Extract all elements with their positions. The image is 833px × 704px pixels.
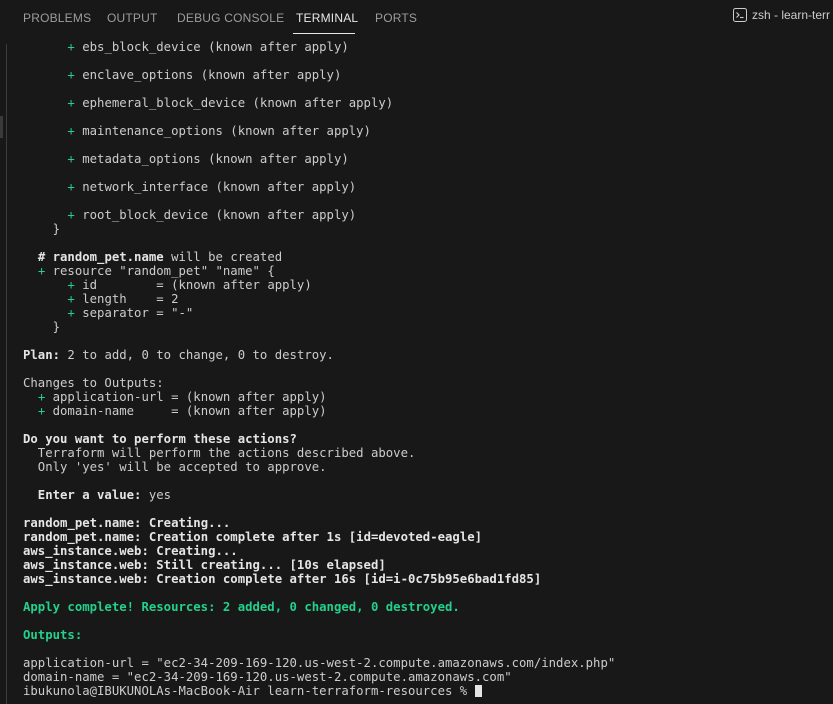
terminal-line: + metadata_options (known after apply)	[67, 152, 349, 166]
terminal-line: + separator = "-"	[67, 306, 194, 320]
terminal-cursor	[474, 685, 482, 697]
active-tab-indicator	[293, 33, 355, 34]
terminal-line: + domain-name = (known after apply)	[37, 404, 327, 418]
terminal-line: domain-name = "ec2-34-209-169-120.us-wes…	[23, 670, 512, 684]
command-decoration	[0, 116, 3, 138]
terminal-output[interactable]: + ebs_block_device (known after apply) +…	[23, 40, 833, 704]
terminal-line: Changes to Outputs:	[23, 376, 164, 390]
terminal-gutter	[6, 44, 7, 704]
terminal-line: Terraform will perform the actions descr…	[23, 446, 416, 460]
panel-tab-bar: PROBLEMS OUTPUT DEBUG CONSOLE TERMINAL P…	[0, 0, 833, 36]
terminal-line: + length = 2	[67, 292, 179, 306]
terminal-instance-selector[interactable]: zsh - learn-terr	[733, 8, 830, 22]
terminal-line: # random_pet.name will be created	[37, 250, 283, 264]
terminal-line: Plan: 2 to add, 0 to change, 0 to destro…	[23, 348, 334, 362]
tab-ports[interactable]: PORTS	[375, 11, 417, 25]
terminal-line: aws_instance.web: Creation complete afte…	[23, 572, 542, 586]
terminal-line: application-url = "ec2-34-209-169-120.us…	[23, 656, 616, 670]
tab-output[interactable]: OUTPUT	[107, 11, 158, 25]
terminal-line: random_pet.name: Creation complete after…	[23, 530, 483, 544]
terminal-line: Enter a value: yes	[23, 488, 172, 502]
terminal-line: + ebs_block_device (known after apply)	[67, 40, 349, 54]
terminal-line: aws_instance.web: Still creating... [10s…	[23, 558, 386, 572]
terminal-line: }	[52, 320, 61, 334]
terminal-line: }	[52, 222, 61, 236]
terminal-line: Outputs:	[23, 628, 83, 642]
shell-prompt: ibukunola@IBUKUNOLAs-MacBook-Air learn-t…	[23, 684, 475, 698]
terminal-line: Apply complete! Resources: 2 added, 0 ch…	[23, 600, 460, 614]
terminal-line: + id = (known after apply)	[67, 278, 312, 292]
terminal-line: + application-url = (known after apply)	[37, 390, 327, 404]
tab-problems[interactable]: PROBLEMS	[23, 11, 91, 25]
terminal-line: + root_block_device (known after apply)	[67, 208, 357, 222]
terminal-line: + maintenance_options (known after apply…	[67, 124, 371, 138]
terminal-line: + enclave_options (known after apply)	[67, 68, 342, 82]
terminal-line: aws_instance.web: Creating...	[23, 544, 238, 558]
tab-terminal[interactable]: TERMINAL	[296, 11, 358, 25]
terminal-line: + resource "random_pet" "name" {	[37, 264, 275, 278]
terminal-instance-label: zsh - learn-terr	[752, 8, 831, 22]
terminal-line: Only 'yes' will be accepted to approve.	[23, 460, 327, 474]
terminal-icon	[733, 8, 747, 22]
terminal-line: + network_interface (known after apply)	[67, 180, 357, 194]
terminal-line: random_pet.name: Creating...	[23, 516, 231, 530]
tab-debug-console[interactable]: DEBUG CONSOLE	[177, 11, 284, 25]
shell-prompt-line[interactable]: ibukunola@IBUKUNOLAs-MacBook-Air learn-t…	[23, 684, 833, 698]
terminal-line: + ephemeral_block_device (known after ap…	[67, 96, 394, 110]
terminal-line: Do you want to perform these actions?	[23, 432, 297, 446]
